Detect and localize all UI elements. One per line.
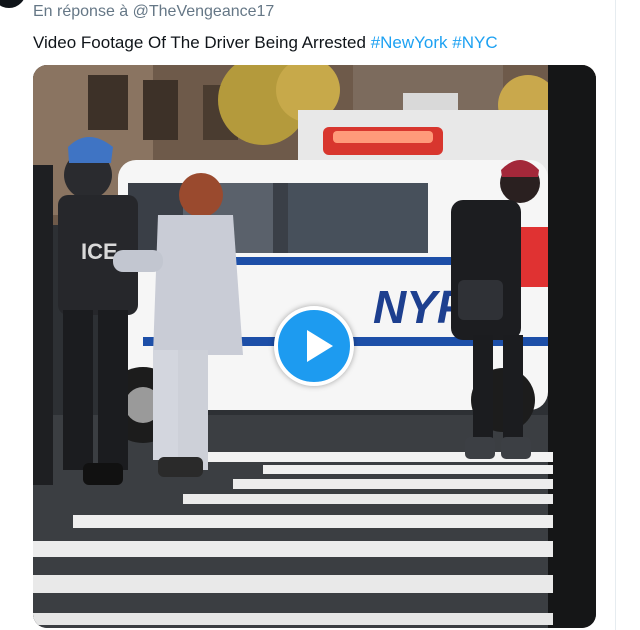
hashtag-link[interactable]: #NewYork [371,33,448,52]
reply-context[interactable]: En réponse à @TheVengeance17 [33,3,274,21]
column-divider [615,0,616,630]
tweet-text-main: Video Footage Of The Driver Being Arrest… [33,33,366,52]
tweet-text: Video Footage Of The Driver Being Arrest… [33,33,498,53]
hashtag-link[interactable]: #NYC [452,33,497,52]
author-avatar[interactable] [0,0,26,8]
play-icon [307,330,333,362]
play-button[interactable] [274,306,354,386]
video-player[interactable]: NYP ICE [33,65,596,628]
vest-text: ICE [81,239,118,264]
